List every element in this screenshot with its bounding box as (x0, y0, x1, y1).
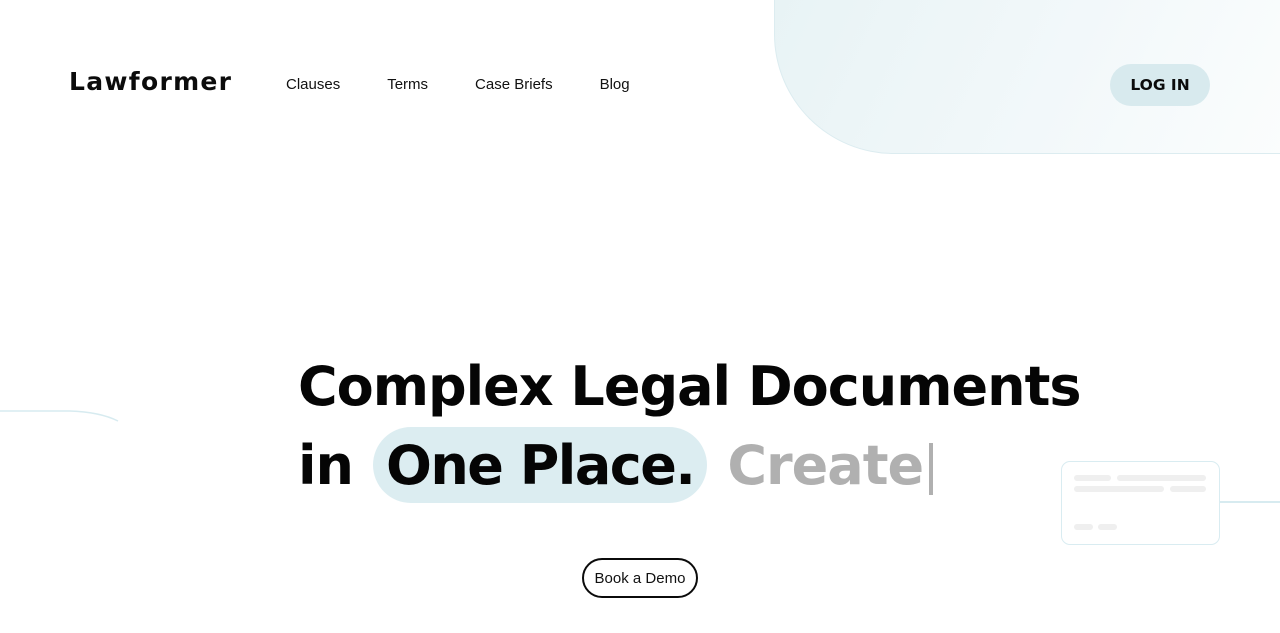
skeleton-line (1170, 486, 1206, 492)
decorative-curve-line (0, 410, 119, 422)
headline-highlight-text: One Place. (385, 433, 696, 497)
hero-headline-line2: in One Place. Create (298, 427, 934, 503)
skeleton-line (1117, 475, 1206, 481)
brand-logo[interactable]: Lawformer (69, 67, 232, 96)
skeleton-line (1074, 475, 1111, 481)
nav-item-blog[interactable]: Blog (600, 76, 630, 93)
main-nav: Clauses Terms Case Briefs Blog (286, 76, 677, 93)
typed-word: Create (727, 433, 924, 497)
hero-headline-line1: Complex Legal Documents (298, 355, 1082, 418)
skeleton-line (1098, 524, 1117, 530)
typing-caret (929, 442, 934, 495)
nav-item-terms[interactable]: Terms (387, 76, 428, 93)
book-demo-button[interactable]: Book a Demo (582, 558, 698, 598)
decorative-connector-line (1219, 501, 1280, 503)
login-button[interactable]: LOG IN (1110, 64, 1210, 106)
nav-item-case-briefs[interactable]: Case Briefs (475, 76, 553, 93)
headline-prefix: in (298, 433, 354, 497)
typewriter-text: Create (727, 433, 934, 497)
nav-item-clauses[interactable]: Clauses (286, 76, 340, 93)
headline-highlight: One Place. (372, 427, 708, 503)
skeleton-line (1074, 486, 1164, 492)
decorative-document-card (1061, 461, 1220, 545)
skeleton-line (1074, 524, 1093, 530)
